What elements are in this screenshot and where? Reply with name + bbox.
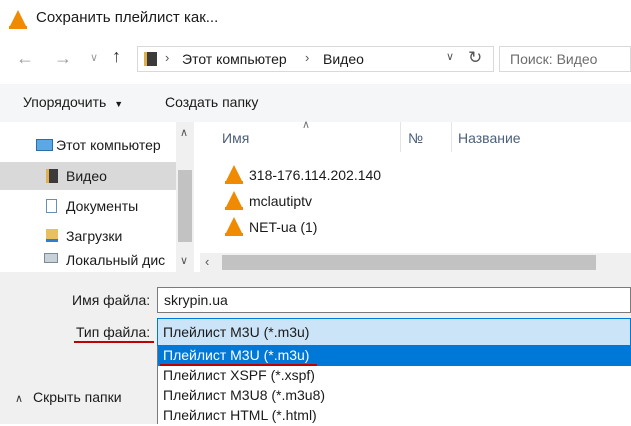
scroll-thumb[interactable] <box>178 170 192 242</box>
filetype-dropdown-list: Плейлист M3U (*.m3u) Плейлист XSPF (*.xs… <box>157 346 631 424</box>
scroll-left-icon[interactable]: ‹ <box>205 254 209 269</box>
filetype-option-xspf[interactable]: Плейлист XSPF (*.xspf) <box>158 366 631 386</box>
tree-item-local-disk[interactable]: Локальный дис <box>0 248 176 272</box>
vlc-cone-icon <box>9 10 27 29</box>
title-bar: Сохранить плейлист как... <box>0 0 631 38</box>
tree-item-downloads[interactable]: Загрузки <box>0 222 176 250</box>
column-header-title[interactable]: Название <box>452 122 631 152</box>
breadcrumb-this-pc[interactable]: Этот компьютер <box>182 51 287 67</box>
filetype-label-underline <box>74 341 154 343</box>
sort-arrow-icon: ∧ <box>302 119 311 131</box>
column-header-number[interactable]: № <box>401 122 452 152</box>
tree-scrollbar[interactable]: ∧ ∨ <box>176 122 194 272</box>
documents-icon <box>46 199 57 213</box>
file-list-hscrollbar[interactable]: ‹ <box>200 253 631 272</box>
window-title: Сохранить плейлист как... <box>36 9 219 26</box>
tree-item-video[interactable]: Видео <box>0 162 176 190</box>
filetype-select[interactable]: Плейлист M3U (*.m3u) <box>157 318 631 346</box>
breadcrumb-separator-icon: › <box>165 50 170 65</box>
address-bar[interactable]: › Этот компьютер › Видео ∨ ↻ <box>137 46 494 72</box>
new-folder-button[interactable]: Создать папку <box>165 94 258 110</box>
scroll-up-icon[interactable]: ∧ <box>180 126 188 139</box>
organize-button[interactable]: Упорядочить ▼ <box>23 94 123 110</box>
video-folder-icon <box>144 52 157 66</box>
caret-down-icon: ▼ <box>114 99 124 109</box>
column-header-name[interactable]: ∧ Имя <box>200 119 401 152</box>
filetype-option-m3u8[interactable]: Плейлист M3U8 (*.m3u8) <box>158 386 631 406</box>
vlc-file-icon <box>225 165 243 184</box>
list-item[interactable]: NET-ua (1) <box>222 215 402 241</box>
breadcrumb-video[interactable]: Видео <box>323 51 364 67</box>
filetype-option-html[interactable]: Плейлист HTML (*.html) <box>158 406 631 426</box>
hide-folders-button[interactable]: ∧ Скрыть папки <box>15 389 122 405</box>
vlc-file-icon <box>225 191 243 210</box>
video-folder-icon <box>46 169 58 183</box>
forward-arrow-icon[interactable]: → <box>54 48 72 69</box>
filename-field[interactable]: skrypin.ua <box>157 287 631 313</box>
selected-option-underline <box>160 364 317 366</box>
filetype-label: Тип файла: <box>76 324 151 340</box>
toolbar: Упорядочить ▼ Создать папку <box>0 84 631 122</box>
search-placeholder: Поиск: Видео <box>510 51 598 67</box>
up-arrow-icon[interactable]: ↑ <box>112 46 121 67</box>
tree-item-this-pc[interactable]: Этот компьютер <box>0 132 176 160</box>
disk-icon <box>44 253 58 263</box>
downloads-icon <box>46 229 58 242</box>
navigation-pane: Этот компьютер Видео Документы Загрузки … <box>0 122 176 272</box>
hscroll-thumb[interactable] <box>222 255 596 270</box>
list-item[interactable]: mclautiptv <box>222 189 402 215</box>
search-input[interactable]: Поиск: Видео <box>499 46 631 72</box>
chevron-up-icon: ∧ <box>15 393 24 405</box>
breadcrumb-separator-icon: › <box>305 50 310 65</box>
scroll-down-icon[interactable]: ∨ <box>180 254 188 267</box>
filetype-option-m3u[interactable]: Плейлист M3U (*.m3u) <box>158 346 631 366</box>
computer-icon <box>36 139 53 151</box>
tree-item-documents[interactable]: Документы <box>0 192 176 220</box>
organize-label: Упорядочить <box>23 94 107 110</box>
chevron-down-icon[interactable]: ∨ <box>90 51 98 64</box>
address-dropdown-icon[interactable]: ∨ <box>446 50 454 63</box>
list-item[interactable]: 318-176.114.202.140 <box>222 163 402 189</box>
filename-label: Имя файла: <box>72 292 151 308</box>
refresh-icon[interactable]: ↻ <box>468 48 482 68</box>
vlc-file-icon <box>225 217 243 236</box>
back-arrow-icon[interactable]: ← <box>16 48 34 69</box>
